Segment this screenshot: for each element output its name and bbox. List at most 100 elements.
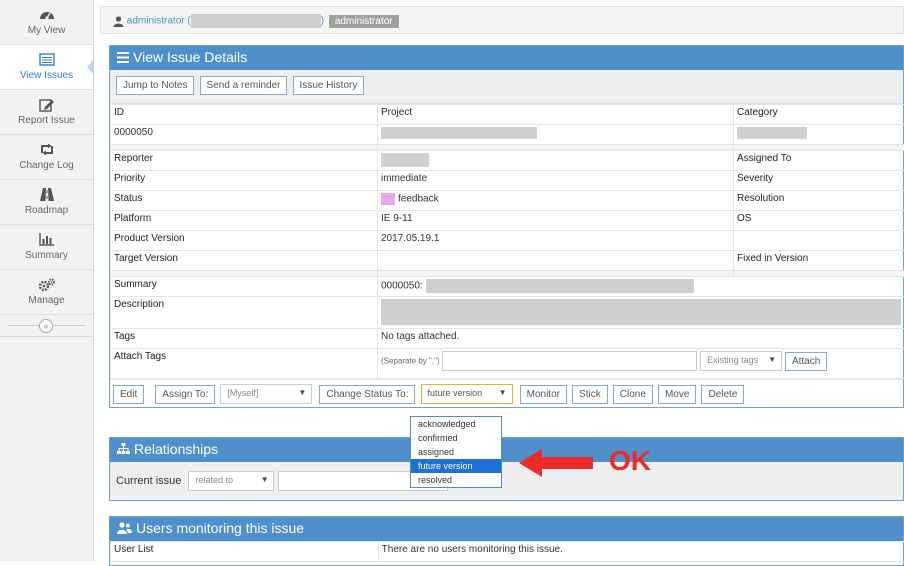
summary-value: 0000050:: [378, 277, 904, 297]
redacted-reporter: [381, 153, 429, 167]
bars-icon: [117, 50, 129, 66]
assign-to-select[interactable]: [Myself]▼: [220, 384, 312, 404]
issue-details-widget: View Issue Details Jump to Notes Send a …: [109, 45, 904, 408]
sidebar-item-label: Summary: [0, 250, 93, 261]
list-icon: [0, 45, 93, 59]
fixed-in-version-label: Fixed in Version: [734, 251, 904, 271]
user-link[interactable]: administrator (: [127, 16, 191, 27]
issue-history-button[interactable]: Issue History: [293, 76, 365, 95]
id-header: ID: [111, 105, 378, 125]
user-link-suffix: ): [321, 16, 324, 27]
widget-title: Users monitoring this issue: [136, 520, 304, 536]
user-list-label: User List: [111, 542, 379, 562]
relation-type-value: related to: [195, 475, 233, 485]
change-status-select[interactable]: future version▼: [421, 384, 513, 404]
attach-tags-label: Attach Tags: [111, 349, 378, 379]
sidebar-item-change-log[interactable]: Change Log: [0, 135, 93, 180]
project-value: [378, 125, 734, 145]
stick-button[interactable]: Stick: [572, 385, 608, 404]
chevron-down-icon: ▼: [298, 388, 306, 397]
sidebar-item-roadmap[interactable]: Roadmap: [0, 180, 93, 225]
redacted-realname: [191, 14, 321, 28]
summary-label: Summary: [111, 277, 378, 297]
existing-tags-label: Existing tags: [707, 355, 758, 365]
sitemap-icon: [117, 442, 130, 458]
sidebar-item-summary[interactable]: Summary: [0, 225, 93, 270]
table-row: Product Version 2017.05.19.1: [111, 231, 904, 251]
user-icon: [113, 16, 127, 27]
table-row: ID Project Category: [111, 105, 904, 125]
role-badge: administrator: [329, 15, 399, 28]
status-dropdown-list[interactable]: acknowledged confirmed assigned future v…: [410, 416, 502, 488]
delete-button[interactable]: Delete: [701, 385, 744, 404]
table-row: Attach Tags (Separate by ",") Existing t…: [111, 349, 904, 379]
resolution-label: Resolution: [734, 191, 904, 211]
sidebar-item-label: Roadmap: [0, 205, 93, 216]
priority-label: Priority: [111, 171, 378, 191]
collapse-icon[interactable]: «: [39, 319, 53, 333]
dashboard-icon: [0, 0, 93, 14]
send-reminder-button[interactable]: Send a reminder: [200, 76, 288, 95]
status-option-selected[interactable]: future version: [411, 459, 501, 473]
clone-button[interactable]: Clone: [613, 385, 653, 404]
separate-hint: (Separate by ","): [381, 357, 440, 366]
edit-button[interactable]: Edit: [113, 385, 144, 404]
reporter-value: [378, 151, 734, 171]
status-value: feedback: [378, 191, 734, 211]
assign-to-button[interactable]: Assign To:: [155, 385, 215, 404]
description-label: Description: [111, 297, 378, 329]
gears-icon: [0, 270, 93, 284]
table-row: 0000050: [111, 125, 904, 145]
sidebar-item-view-issues[interactable]: View Issues: [0, 45, 93, 90]
sidebar-item-my-view[interactable]: My View: [0, 0, 93, 45]
breadcrumb: administrator () administrator: [100, 6, 904, 34]
priority-value: immediate: [378, 171, 734, 191]
status-option[interactable]: assigned: [411, 445, 501, 459]
bar-chart-icon: [0, 225, 93, 239]
description-value: [378, 297, 904, 329]
target-version-value: [378, 251, 734, 271]
chevron-down-icon: ▼: [768, 355, 776, 364]
redacted-description: [381, 299, 901, 325]
move-button[interactable]: Move: [658, 385, 696, 404]
monitor-button[interactable]: Monitor: [520, 385, 567, 404]
monitoring-table: User List There are no users monitoring …: [110, 541, 904, 562]
severity-label: Severity: [734, 171, 904, 191]
status-option[interactable]: confirmed: [411, 431, 501, 445]
status-option[interactable]: acknowledged: [411, 417, 501, 431]
status-color-swatch: [381, 193, 395, 205]
category-value: [734, 125, 904, 145]
existing-tags-select[interactable]: Existing tags ▼: [700, 351, 782, 371]
chevron-down-icon: ▼: [261, 475, 269, 484]
edit-icon: [0, 90, 93, 104]
sidebar-item-label: Change Log: [0, 160, 93, 171]
table-row: User List There are no users monitoring …: [111, 542, 904, 562]
annotation-ok-label: OK: [609, 445, 651, 477]
user-list-value: There are no users monitoring this issue…: [378, 542, 904, 562]
issue-id: 0000050: [111, 125, 378, 145]
attach-button[interactable]: Attach: [785, 352, 827, 371]
table-row: Description: [111, 297, 904, 329]
sidebar-item-report-issue[interactable]: Report Issue: [0, 90, 93, 135]
monitoring-widget: Users monitoring this issue User List Th…: [109, 516, 904, 566]
summary-text: 0000050:: [381, 281, 423, 292]
redacted-summary: [426, 279, 694, 293]
change-status-button[interactable]: Change Status To:: [319, 385, 415, 404]
widget-header: Users monitoring this issue: [110, 517, 903, 541]
issue-toolbar: Jump to Notes Send a reminder Issue Hist…: [110, 70, 903, 104]
sidebar-item-manage[interactable]: Manage: [0, 270, 93, 315]
target-version-label: Target Version: [111, 251, 378, 271]
status-label: Status: [111, 191, 378, 211]
tag-input[interactable]: [442, 351, 697, 371]
table-row: Summary 0000050:: [111, 277, 904, 297]
current-issue-label: Current issue: [116, 475, 181, 487]
empty-cell: [734, 231, 904, 251]
sidebar-item-label: My View: [0, 25, 93, 36]
table-row: Platform IE 9-11 OS: [111, 211, 904, 231]
jump-to-notes-button[interactable]: Jump to Notes: [116, 76, 194, 95]
retweet-icon: [0, 135, 93, 149]
product-version-value: 2017.05.19.1: [378, 231, 734, 251]
sidebar-collapse: «: [0, 315, 93, 337]
status-option[interactable]: resolved: [411, 473, 501, 487]
relation-type-select[interactable]: related to ▼: [188, 471, 274, 491]
